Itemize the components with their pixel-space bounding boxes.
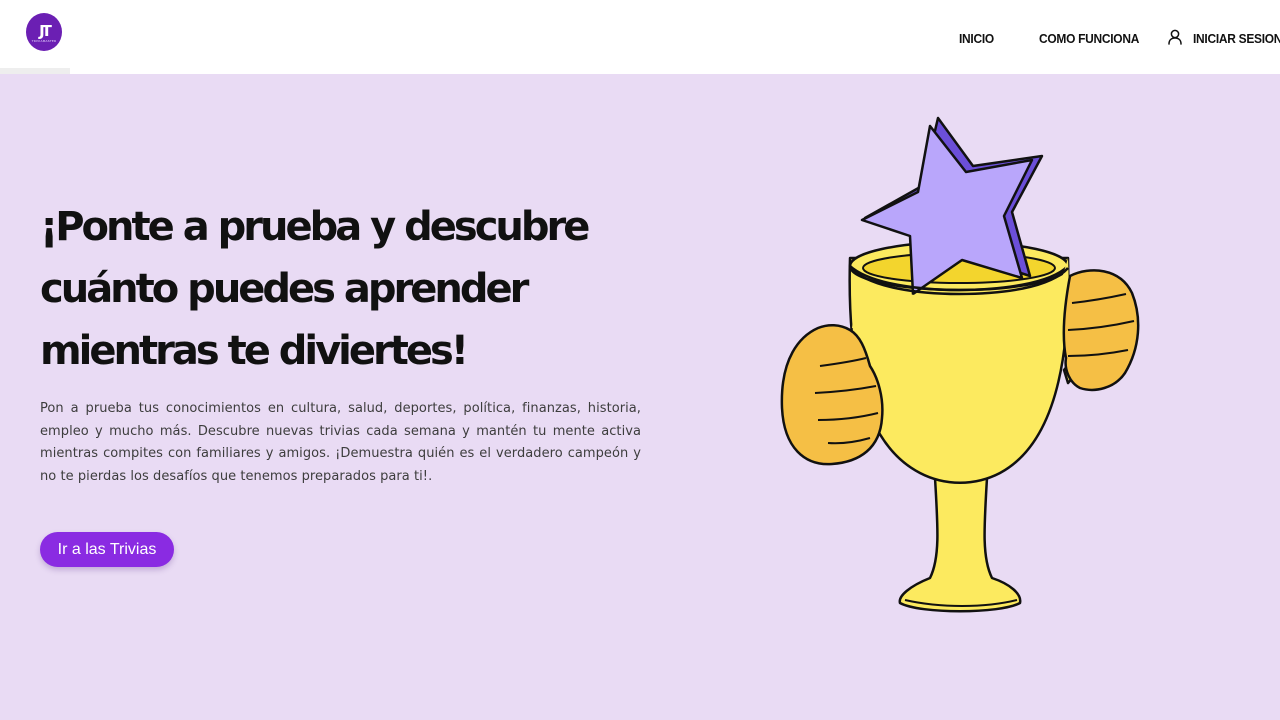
- site-logo[interactable]: JT TRIVIAMASTER: [26, 13, 62, 51]
- hero-description: Pon a prueba tus conocimientos en cultur…: [40, 401, 641, 484]
- nav-link-inicio[interactable]: INICIO: [959, 31, 994, 46]
- trophy-illustration: [780, 116, 1140, 613]
- site-header: JT TRIVIAMASTER INICIO COMO FUNCIONA INI…: [0, 0, 1280, 74]
- user-icon[interactable]: [1168, 29, 1182, 45]
- header-divider: [0, 68, 70, 74]
- logo-mark: JT: [39, 21, 52, 40]
- nav-link-como-funciona[interactable]: COMO FUNCIONA: [1039, 31, 1139, 46]
- hero-title: ¡Ponte a prueba y descubre cuánto puedes…: [40, 204, 590, 374]
- logo-subtitle: TRIVIAMASTER: [31, 38, 57, 43]
- nav-link-iniciar-sesion[interactable]: INICIAR SESION: [1193, 31, 1280, 46]
- go-to-trivias-button[interactable]: Ir a las Trivias: [40, 532, 174, 567]
